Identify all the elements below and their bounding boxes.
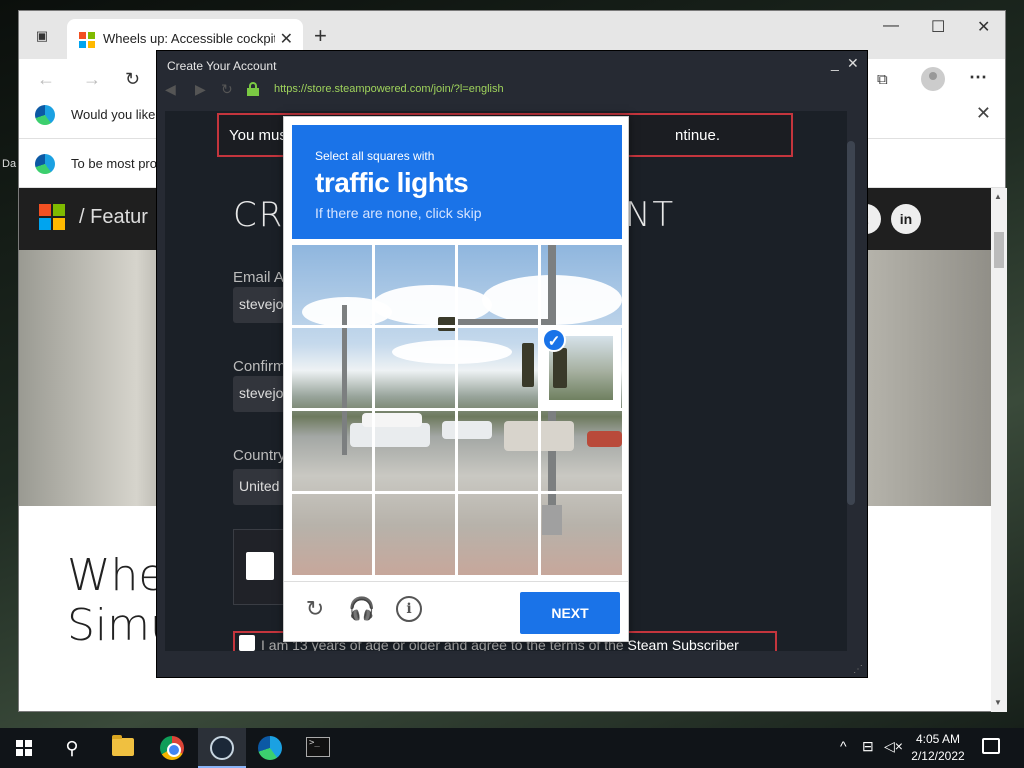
steam-close-button[interactable]: ✕ bbox=[847, 55, 859, 72]
steam-minimize-button[interactable]: _ bbox=[831, 55, 839, 71]
email-value: stevejo bbox=[239, 296, 284, 312]
breadcrumb[interactable]: / Featur bbox=[79, 206, 148, 229]
selected-check-icon: ✓ bbox=[542, 328, 566, 352]
forward-icon[interactable]: → bbox=[83, 69, 101, 90]
challenge-footer: ↻ 🎧 i NEXT bbox=[284, 581, 628, 641]
audio-challenge-icon[interactable]: 🎧 bbox=[348, 596, 375, 622]
more-options-icon[interactable]: ⋯ bbox=[969, 67, 987, 88]
network-icon[interactable]: ⊟ bbox=[862, 738, 874, 755]
maximize-button[interactable]: ☐ bbox=[931, 17, 945, 37]
close-window-button[interactable]: ✕ bbox=[977, 17, 990, 37]
instruction-text: Select all squares with bbox=[315, 149, 435, 163]
subscriber-agreement-link[interactable]: Steam Subscriber bbox=[628, 637, 739, 651]
confirm-email-value: stevejo bbox=[239, 385, 284, 401]
desktop-edge-text: Da bbox=[2, 158, 17, 170]
instruction-subtext: If there are none, click skip bbox=[315, 205, 482, 221]
recaptcha-challenge: Select all squares with traffic lights I… bbox=[283, 116, 629, 642]
taskbar: ⚲ >_ ^ ⊟ ◁× 4:05 AM 2/12/2022 bbox=[0, 728, 1024, 768]
traffic-light-pole bbox=[548, 245, 556, 505]
chrome-icon[interactable] bbox=[160, 736, 184, 760]
clock-date[interactable]: 2/12/2022 bbox=[906, 749, 970, 763]
car bbox=[442, 421, 492, 439]
steam-back-icon[interactable]: ◀ bbox=[165, 81, 176, 98]
steam-taskbar-button[interactable] bbox=[198, 728, 246, 768]
challenge-header: Select all squares with traffic lights I… bbox=[292, 125, 622, 239]
terminal-icon[interactable]: >_ bbox=[306, 737, 330, 757]
search-icon[interactable]: ⚲ bbox=[60, 736, 84, 760]
file-explorer-icon[interactable] bbox=[112, 735, 134, 756]
steam-window-title: Create Your Account bbox=[167, 59, 277, 73]
new-tab-button[interactable]: + bbox=[314, 23, 327, 49]
scroll-thumb[interactable] bbox=[994, 232, 1004, 268]
truck bbox=[504, 421, 574, 451]
tab-actions-icon[interactable]: ▣ bbox=[33, 27, 51, 45]
back-icon[interactable]: ← bbox=[37, 69, 55, 90]
signal-arm bbox=[442, 319, 552, 325]
country-value: United bbox=[239, 478, 280, 494]
edge-logo-icon bbox=[35, 105, 55, 125]
lock-icon bbox=[247, 82, 259, 96]
challenge-image bbox=[292, 245, 622, 575]
start-button[interactable] bbox=[16, 740, 32, 756]
scroll-down-icon[interactable]: ▼ bbox=[994, 698, 1002, 707]
page-scrollbar[interactable]: ▲ ▼ bbox=[991, 188, 1007, 712]
edge-icon[interactable] bbox=[258, 736, 282, 760]
next-button[interactable]: NEXT bbox=[520, 592, 620, 634]
tab-close-icon[interactable]: ✕ bbox=[280, 29, 293, 49]
notification-center-icon[interactable] bbox=[982, 738, 1000, 754]
steam-url: https://store.steampowered.com/join/?l=e… bbox=[274, 83, 504, 95]
infobar-text: To be most pro bbox=[71, 156, 157, 171]
traffic-light bbox=[522, 343, 534, 387]
pole-base bbox=[542, 505, 562, 535]
volume-muted-icon[interactable]: ◁× bbox=[884, 738, 903, 755]
truck bbox=[362, 413, 422, 427]
instruction-target: traffic lights bbox=[315, 167, 469, 198]
steam-reload-icon[interactable]: ↻ bbox=[221, 81, 233, 98]
infobar-text: Would you like bbox=[71, 107, 156, 122]
profile-avatar[interactable] bbox=[921, 67, 945, 91]
reload-icon[interactable]: ↻ bbox=[125, 69, 140, 90]
agreement-checkbox[interactable] bbox=[239, 635, 255, 651]
country-label: Country bbox=[233, 447, 286, 464]
windows-logo-icon[interactable] bbox=[39, 204, 65, 230]
steam-icon bbox=[210, 736, 234, 760]
show-hidden-icons-icon[interactable]: ^ bbox=[840, 738, 847, 754]
traffic-light bbox=[438, 317, 456, 331]
infobar-close-icon[interactable]: ✕ bbox=[976, 103, 991, 124]
minimize-button[interactable]: — bbox=[883, 17, 899, 35]
microsoft-logo-icon bbox=[79, 32, 95, 48]
steam-scrollbar[interactable] bbox=[847, 141, 855, 505]
confirm-email-label: Confirm bbox=[233, 358, 286, 375]
collections-icon[interactable]: ⧉ bbox=[877, 71, 888, 88]
cloud bbox=[392, 340, 512, 364]
recaptcha-checkbox[interactable] bbox=[246, 552, 274, 580]
car bbox=[587, 431, 622, 447]
error-text-right: ntinue. bbox=[675, 127, 721, 144]
steam-url-bar: ◀ ▶ ↻ https://store.steampowered.com/joi… bbox=[157, 77, 867, 103]
tab-title: Wheels up: Accessible cockpit fo bbox=[103, 31, 275, 46]
steam-forward-icon[interactable]: ▶ bbox=[195, 81, 206, 98]
reload-challenge-icon[interactable]: ↻ bbox=[302, 596, 328, 622]
clock-time[interactable]: 4:05 AM bbox=[906, 732, 970, 746]
linkedin-icon[interactable]: in bbox=[891, 204, 921, 234]
edge-logo-icon bbox=[35, 154, 55, 174]
create-account-heading-right: NT bbox=[625, 195, 676, 235]
scroll-up-icon[interactable]: ▲ bbox=[994, 192, 1002, 201]
info-icon[interactable]: i bbox=[396, 596, 422, 622]
light-pole bbox=[342, 305, 347, 455]
error-text-left: You mus bbox=[229, 127, 287, 144]
resize-grip-icon[interactable]: ⋰ bbox=[853, 664, 863, 675]
